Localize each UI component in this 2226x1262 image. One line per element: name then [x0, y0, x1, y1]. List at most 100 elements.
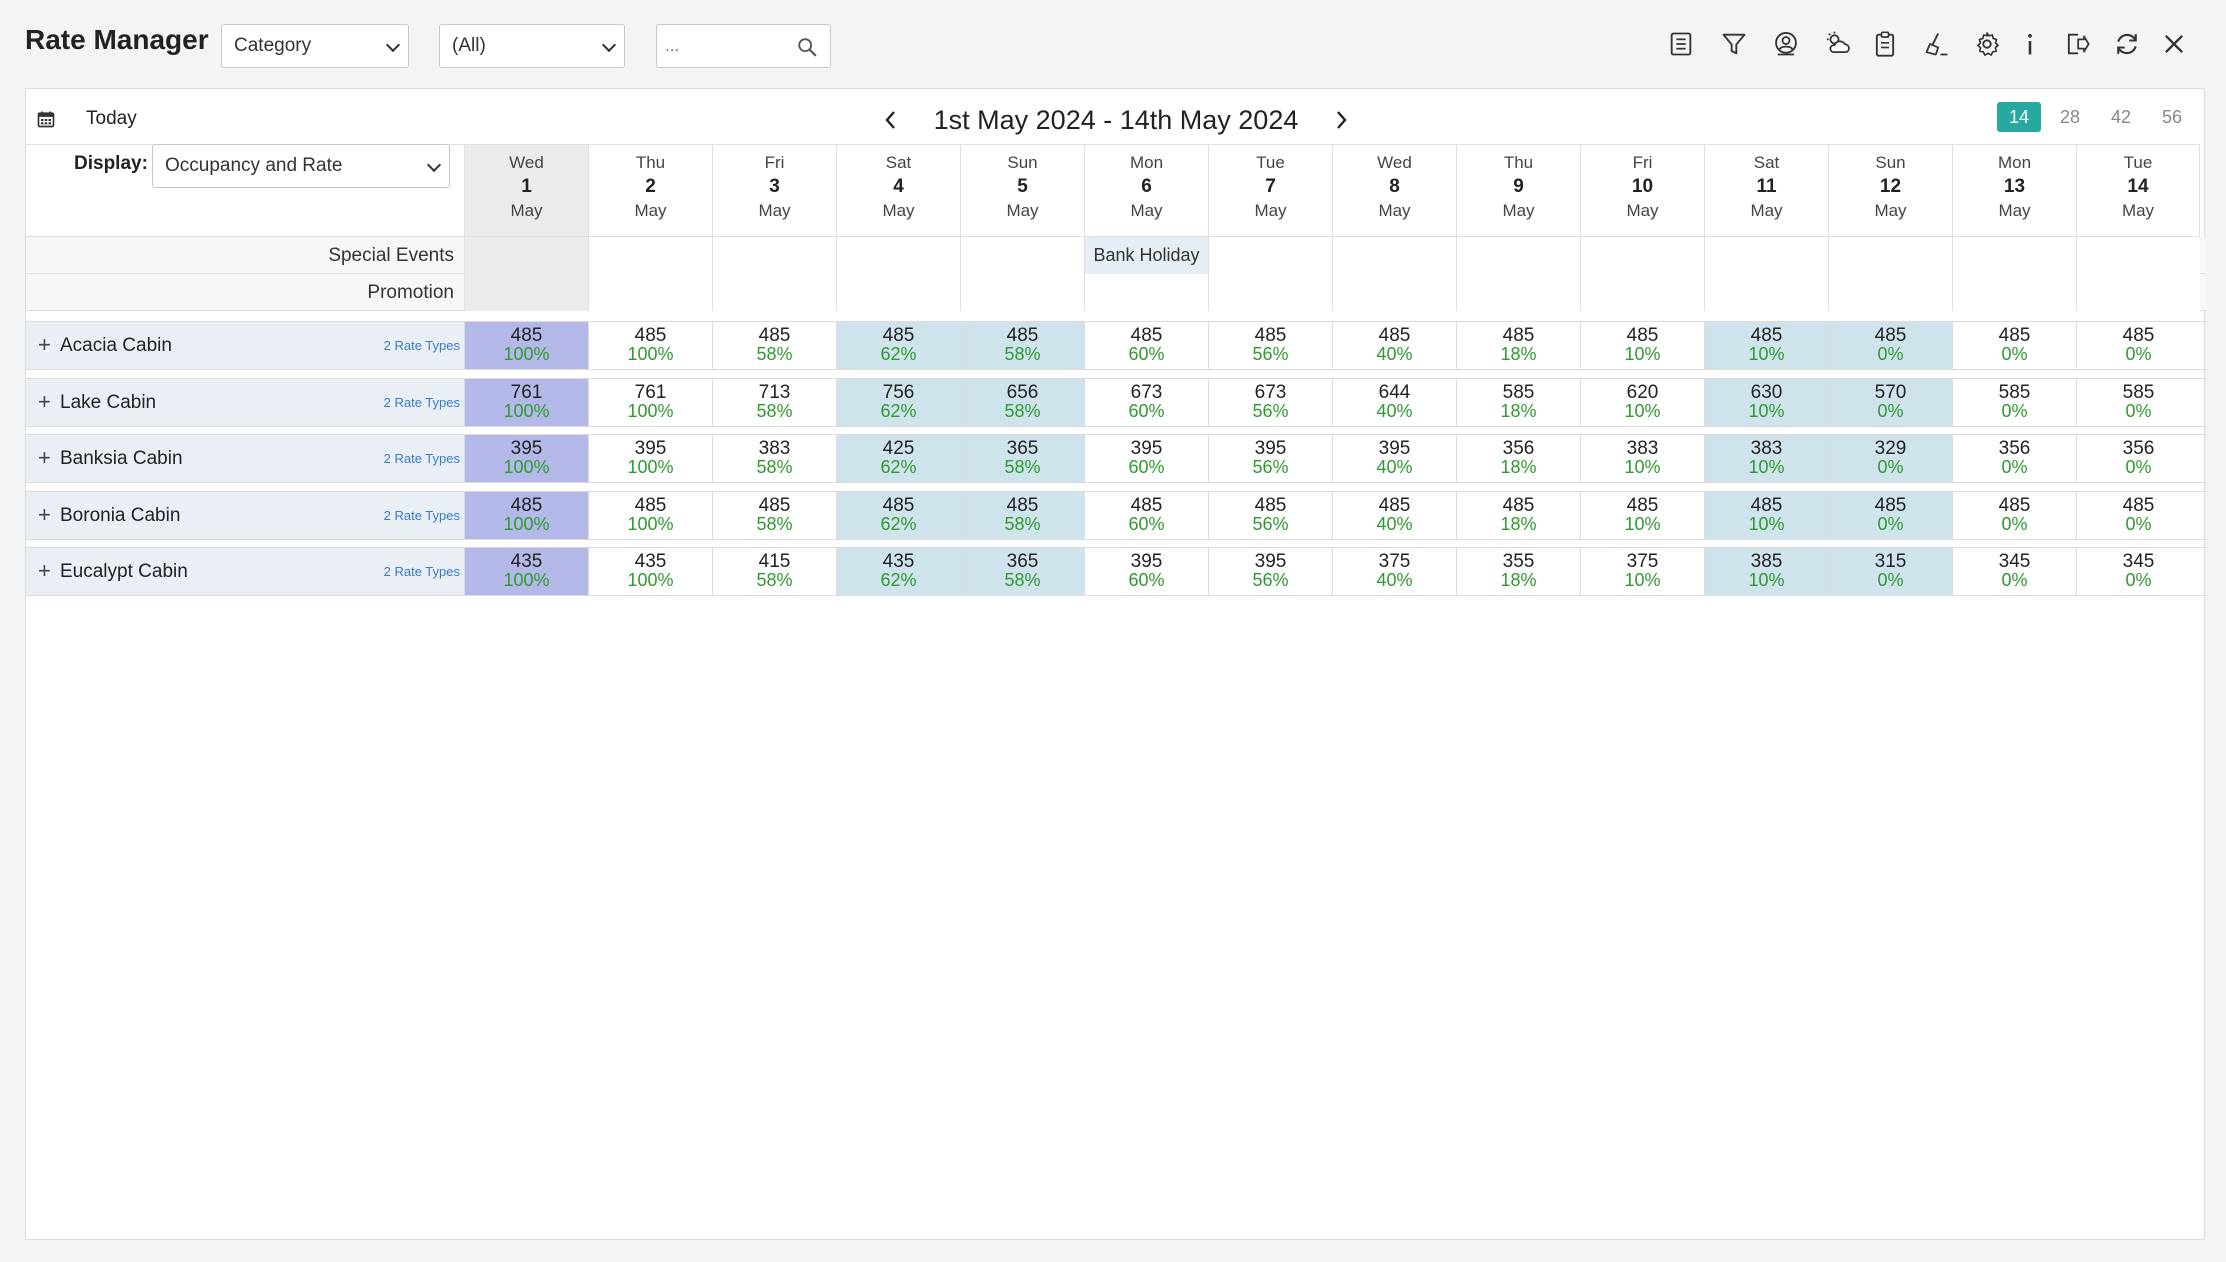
span-button-28[interactable]: 28	[2048, 102, 2092, 132]
promotion-cell[interactable]	[1208, 274, 1332, 311]
promotion-cell[interactable]	[1456, 274, 1580, 311]
rate-cell[interactable]: 620 10%	[1580, 378, 1704, 426]
rate-cell[interactable]: 570 0%	[1828, 378, 1952, 426]
rate-cell[interactable]: 435 100%	[588, 548, 712, 595]
special-event-cell[interactable]	[1332, 237, 1456, 274]
rate-types-link[interactable]: 2 Rate Types	[384, 338, 460, 353]
rate-types-link[interactable]: 2 Rate Types	[384, 451, 460, 466]
rate-cell[interactable]: 356 18%	[1456, 435, 1580, 482]
today-button[interactable]: Today	[36, 103, 137, 135]
rate-cell[interactable]: 485 0%	[1952, 491, 2076, 539]
rate-cell[interactable]: 485 56%	[1208, 322, 1332, 369]
rate-cell[interactable]: 485 62%	[836, 491, 960, 539]
special-event-cell[interactable]	[1580, 237, 1704, 274]
special-event-cell[interactable]	[1704, 237, 1828, 274]
rate-cell[interactable]: 630 10%	[1704, 378, 1828, 426]
rate-cell[interactable]: 329 0%	[1828, 435, 1952, 482]
expand-icon[interactable]: +	[38, 332, 51, 358]
display-select[interactable]: Occupancy and Rate	[152, 144, 450, 188]
rate-cell[interactable]: 485 18%	[1456, 322, 1580, 369]
rate-cell[interactable]: 756 62%	[836, 378, 960, 426]
promotion-cell[interactable]	[960, 274, 1084, 311]
info-icon[interactable]	[2010, 22, 2050, 66]
category-filter-select[interactable]: (All)	[439, 24, 625, 68]
promotion-cell[interactable]	[1828, 274, 1952, 311]
rate-cell[interactable]: 485 10%	[1580, 322, 1704, 369]
rate-cell[interactable]: 355 18%	[1456, 548, 1580, 595]
rate-cell[interactable]: 644 40%	[1332, 378, 1456, 426]
special-event-cell[interactable]	[1952, 237, 2076, 274]
span-button-56[interactable]: 56	[2150, 102, 2194, 132]
rate-cell[interactable]: 485 58%	[960, 491, 1084, 539]
guest-icon[interactable]	[1766, 22, 1806, 66]
promotion-cell[interactable]	[2076, 274, 2200, 311]
promotion-cell[interactable]	[712, 274, 836, 311]
rate-cell[interactable]: 485 56%	[1208, 491, 1332, 539]
special-event-cell[interactable]	[1828, 237, 1952, 274]
search-icon[interactable]	[796, 36, 818, 58]
expand-icon[interactable]: +	[38, 502, 51, 528]
promotion-cell[interactable]	[1952, 274, 2076, 311]
rate-cell[interactable]: 485 10%	[1704, 322, 1828, 369]
rate-cell[interactable]: 485 100%	[588, 491, 712, 539]
rate-cell[interactable]: 415 58%	[712, 548, 836, 595]
rate-cell[interactable]: 365 58%	[960, 435, 1084, 482]
rate-cell[interactable]: 585 0%	[2076, 378, 2200, 426]
special-event-cell[interactable]	[464, 237, 588, 274]
promotion-cell[interactable]	[1580, 274, 1704, 311]
rate-cell[interactable]: 761 100%	[464, 378, 588, 426]
promotion-cell[interactable]	[464, 274, 588, 311]
special-event-cell[interactable]	[712, 237, 836, 274]
rate-cell[interactable]: 435 62%	[836, 548, 960, 595]
rate-cell[interactable]: 375 40%	[1332, 548, 1456, 595]
refresh-icon[interactable]	[2107, 22, 2147, 66]
special-event-cell[interactable]	[1456, 237, 1580, 274]
rate-cell[interactable]: 345 0%	[2076, 548, 2200, 595]
report-icon[interactable]	[1661, 22, 1701, 66]
rate-cell[interactable]: 673 60%	[1084, 378, 1208, 426]
close-icon[interactable]	[2154, 22, 2194, 66]
rate-cell[interactable]: 485 0%	[1828, 491, 1952, 539]
rate-cell[interactable]: 485 40%	[1332, 322, 1456, 369]
rate-cell[interactable]: 395 60%	[1084, 435, 1208, 482]
rate-cell[interactable]: 761 100%	[588, 378, 712, 426]
special-event-cell[interactable]	[1208, 237, 1332, 274]
rate-cell[interactable]: 315 0%	[1828, 548, 1952, 595]
calendar-icon[interactable]	[36, 109, 56, 129]
span-button-42[interactable]: 42	[2099, 102, 2143, 132]
rate-cell[interactable]: 485 0%	[1952, 322, 2076, 369]
rate-cell[interactable]: 485 100%	[464, 491, 588, 539]
rate-cell[interactable]: 485 0%	[2076, 491, 2200, 539]
rate-cell[interactable]: 356 0%	[2076, 435, 2200, 482]
expand-icon[interactable]: +	[38, 445, 51, 471]
rate-cell[interactable]: 485 40%	[1332, 491, 1456, 539]
promotion-cell[interactable]	[1084, 274, 1208, 311]
filter-icon[interactable]	[1714, 22, 1754, 66]
promotion-cell[interactable]	[836, 274, 960, 311]
rate-cell[interactable]: 375 10%	[1580, 548, 1704, 595]
rate-cell[interactable]: 656 58%	[960, 378, 1084, 426]
rate-cell[interactable]: 385 10%	[1704, 548, 1828, 595]
promotion-cell[interactable]	[1704, 274, 1828, 311]
rate-cell[interactable]: 383 58%	[712, 435, 836, 482]
special-event-cell[interactable]: Bank Holiday	[1084, 237, 1208, 274]
expand-icon[interactable]: +	[38, 558, 51, 584]
rate-cell[interactable]: 485 0%	[2076, 322, 2200, 369]
rate-cell[interactable]: 345 0%	[1952, 548, 2076, 595]
logout-icon[interactable]	[2057, 22, 2097, 66]
rate-cell[interactable]: 485 100%	[464, 322, 588, 369]
next-period-button[interactable]	[1326, 105, 1356, 135]
rate-cell[interactable]: 485 100%	[588, 322, 712, 369]
category-select[interactable]: Category	[221, 24, 409, 68]
rate-cell[interactable]: 356 0%	[1952, 435, 2076, 482]
rate-cell[interactable]: 713 58%	[712, 378, 836, 426]
rate-cell[interactable]: 395 40%	[1332, 435, 1456, 482]
rate-cell[interactable]: 395 56%	[1208, 548, 1332, 595]
rate-cell[interactable]: 395 56%	[1208, 435, 1332, 482]
promotion-cell[interactable]	[1332, 274, 1456, 311]
rate-cell[interactable]: 485 58%	[960, 322, 1084, 369]
expand-icon[interactable]: +	[38, 389, 51, 415]
clipboard-icon[interactable]	[1865, 22, 1905, 66]
special-event-cell[interactable]	[2076, 237, 2200, 274]
rate-cell[interactable]: 585 0%	[1952, 378, 2076, 426]
